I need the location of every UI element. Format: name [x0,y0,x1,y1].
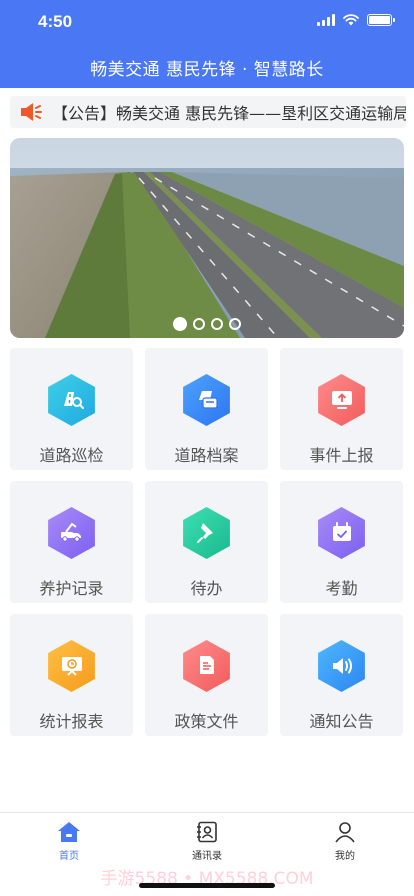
carousel-dot[interactable] [229,318,241,330]
menu-tile-label: 政策文件 [174,712,239,731]
document-icon [183,640,230,692]
menu-tile-label: 统计报表 [39,712,104,731]
menu-tile-maintenance-truck[interactable]: 养护记录 [10,481,133,603]
menu-tile-label: 通知公告 [309,712,374,731]
app-header: 4:50 畅美交通 惠民先锋 · 智慧路长 [0,0,414,88]
battery-icon [367,14,395,26]
pin-icon [183,507,230,559]
menu-tile-speaker[interactable]: 通知公告 [280,614,403,736]
menu-tile-pin[interactable]: 待办 [145,481,268,603]
carousel-dot[interactable] [211,318,223,330]
tab-contacts-label: 通讯录 [192,851,222,862]
menu-tile-road-archive[interactable]: 道路档案 [145,348,268,470]
user-icon [335,822,355,843]
notice-text: 【公告】畅美交通 惠民先锋——垦利区交通运输局 [52,104,406,123]
calendar-check-icon [318,507,365,559]
banner-image [10,138,404,338]
menu-tile-label: 事件上报 [309,446,374,465]
menu-tile-calendar-check[interactable]: 考勤 [280,481,403,603]
wifi-icon [343,14,359,26]
contacts-icon [197,821,217,843]
maintenance-truck-icon [48,507,95,559]
report-board-icon [48,640,95,692]
home-icon [58,822,80,842]
menu-tile-label: 考勤 [325,579,358,598]
menu-tile-event-report[interactable]: 事件上报 [280,348,403,470]
notice-bar[interactable]: 【公告】畅美交通 惠民先锋——垦利区交通运输局 [10,96,406,128]
tab-home[interactable]: 首页 [0,813,138,896]
status-time: 4:50 [38,12,73,31]
speaker-icon [318,640,365,692]
home-indicator[interactable] [139,883,275,888]
tab-home-label: 首页 [59,851,79,862]
signal-icon [317,14,335,26]
road-archive-icon [183,374,230,426]
carousel-dot[interactable] [193,318,205,330]
megaphone-icon [10,96,52,128]
page-title: 畅美交通 惠民先锋 · 智慧路长 [90,60,324,80]
tab-profile-label: 我的 [335,851,355,862]
carousel-dots [10,317,404,331]
menu-tile-label: 道路档案 [174,446,239,465]
menu-tile-road-inspection[interactable]: 道路巡检 [10,348,133,470]
menu-tile-label: 道路巡检 [39,446,104,465]
menu-tile-label: 待办 [190,579,223,598]
status-icons [317,14,395,26]
carousel-dot[interactable] [173,317,187,331]
function-menu-grid: 道路巡检 道路档案 事件上报养护记录 待办 考勤统计报表 政策文件 通知公告 [10,348,404,736]
event-report-icon [318,374,365,426]
menu-tile-document[interactable]: 政策文件 [145,614,268,736]
tab-profile[interactable]: 我的 [276,813,414,896]
menu-tile-label: 养护记录 [39,579,104,598]
menu-tile-report-board[interactable]: 统计报表 [10,614,133,736]
banner-carousel[interactable] [10,138,404,338]
road-inspection-icon [48,374,95,426]
